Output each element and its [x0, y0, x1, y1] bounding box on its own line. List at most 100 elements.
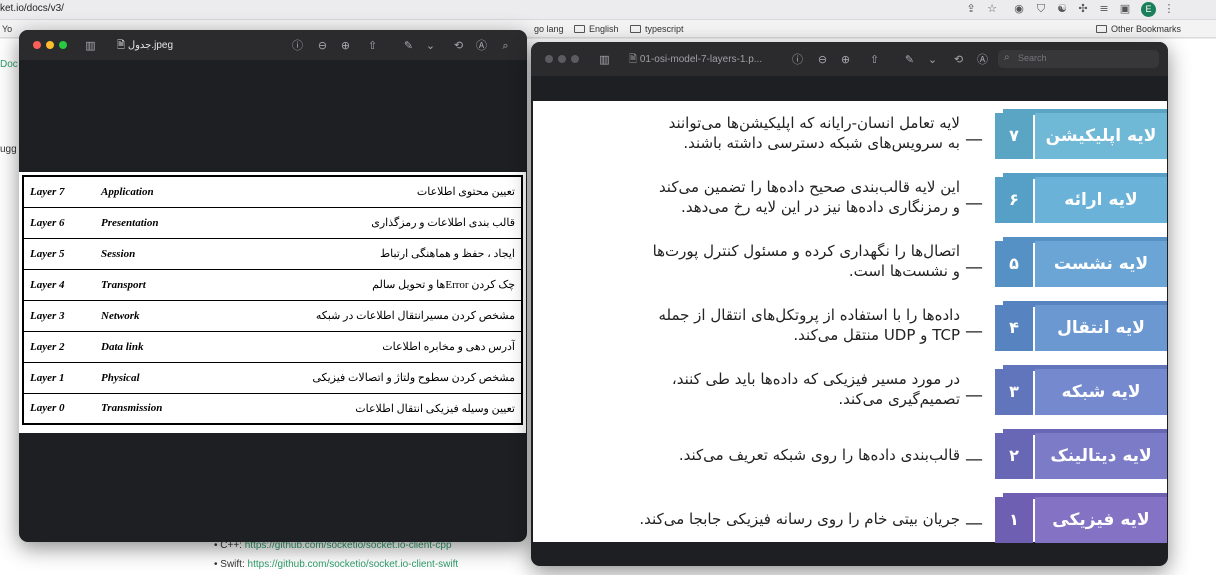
table-row: Layer 7 Application تعیین محتوی اطلاعات	[23, 176, 522, 208]
doc-link[interactable]: Doc	[0, 59, 18, 70]
osi-layer-row: ۷ لایه اپلیکیشن — لایه تعامل انسان-رایانه ک…	[533, 103, 1167, 165]
table-cell-desc: مشخص کردن سطوح ولتاژ و اتصالات فیزیکی	[211, 362, 522, 394]
dash-separator: —	[965, 513, 983, 534]
markup-icon[interactable]: ✎	[902, 52, 917, 67]
table-cell-desc: چک کردن Errorها و تحویل سالم	[211, 269, 522, 301]
layer-name: لایه اپلیکیشن	[1035, 113, 1167, 159]
bookmark-item[interactable]: go lang	[534, 24, 564, 34]
osi-table: Layer 7 Application تعیین محتوی اطلاعات Lay…	[22, 175, 523, 425]
osi-layer-row: ۵ لایه نشست — اتصال‌ها را نگهداری کرده و مس…	[533, 231, 1167, 293]
chevron-down-icon[interactable]: ⌄	[925, 52, 940, 67]
table-cell-layer: Layer 0	[23, 393, 101, 425]
rotate-icon[interactable]: ⟲	[951, 52, 966, 67]
table-cell-layer: Layer 4	[23, 269, 101, 301]
osi-layer-block: ۷ لایه اپلیکیشن	[995, 109, 1167, 159]
description-line: داده‌ها را با استفاده از پروتکل‌های انتق…	[658, 306, 960, 324]
info-icon[interactable]: ⓘ	[790, 52, 805, 67]
layer-description: لایه تعامل انسان-رایانه که اپلیکیشن‌ها م…	[600, 113, 960, 153]
description-line: قالب‌بندی داده‌ها را روی شبکه تعریف می‌ک…	[678, 446, 960, 464]
window-title-text: جدول‌.jpeg	[127, 40, 174, 51]
search-field[interactable]: ⌕ Search	[998, 50, 1159, 68]
table-cell-name: Data link	[101, 331, 211, 363]
layer-number: ۲	[995, 433, 1033, 479]
layer-number: ۷	[995, 113, 1033, 159]
minimize-button[interactable]	[46, 41, 54, 49]
zoom-out-icon[interactable]: ⊖	[315, 38, 330, 53]
dash-separator: —	[965, 449, 983, 470]
folder-icon	[574, 25, 585, 33]
osi-layer-row: ۱ لایه فیزیکی — جریان بیتی خام را روی رسانه…	[533, 487, 1167, 549]
share-icon[interactable]: ⇧	[365, 38, 380, 53]
info-icon[interactable]: ⓘ	[290, 38, 305, 53]
rotate-icon[interactable]: ⟲	[451, 38, 466, 53]
osi-image: ۷ لایه اپلیکیشن — لایه تعامل انسان-رایانه ک…	[533, 101, 1167, 543]
layer-name: لایه نشست	[1035, 241, 1167, 287]
chevron-down-icon[interactable]: ⌄	[423, 38, 438, 53]
link-label: Swift:	[220, 559, 245, 570]
zoom-button[interactable]	[59, 41, 67, 49]
layer-name: لایه ارائه	[1035, 177, 1167, 223]
bookmark-folder[interactable]: English	[574, 24, 619, 34]
extension-icon[interactable]: ◉	[1012, 2, 1026, 16]
folder-icon	[1096, 25, 1107, 33]
layer-description: اتصال‌ها را نگهداری کرده و مسئول کنترل پ…	[600, 241, 960, 281]
table-cell-desc: تعیین وسیله فیزیکی انتقال اطلاعات	[211, 393, 522, 425]
menu-icon[interactable]: ⋮	[1162, 2, 1176, 16]
osi-layer-block: ۵ لایه نشست	[995, 237, 1167, 287]
table-cell-name: Physical	[101, 362, 211, 394]
shield-icon[interactable]: ⛉	[1034, 2, 1048, 16]
swift-link[interactable]: https://github.com/socketio/socket.io-cl…	[248, 559, 459, 570]
description-line: جریان بیتی خام را روی رسانه فیزیکی جابجا…	[639, 510, 960, 528]
close-button[interactable]	[33, 41, 41, 49]
description-line: لایه تعامل انسان-رایانه که اپلیکیشن‌ها م…	[668, 114, 960, 132]
share-icon[interactable]: ⇧	[867, 52, 882, 67]
layer-description: داده‌ها را با استفاده از پروتکل‌های انتق…	[600, 305, 960, 345]
osi-layer-row: ۴ لایه انتقال — داده‌ها را با استفاده از پر…	[533, 295, 1167, 357]
table-cell-desc: آدرس دهی و مخابره اطلاعات	[211, 331, 522, 363]
layer-name: لایه شبکه	[1035, 369, 1167, 415]
bookmark-folder[interactable]: typescript	[630, 24, 684, 34]
layer-name: لایه فیزیکی	[1035, 497, 1167, 543]
zoom-in-icon[interactable]: ⊕	[338, 38, 353, 53]
puzzle-icon[interactable]: ✣	[1076, 2, 1090, 16]
dash-separator: —	[965, 385, 983, 406]
browser-toolbar: ket.io/docs/v3/ ⇪ ☆ ◉ ⛉ ☯ ✣ ≡ ▣ E ⋮	[0, 0, 1216, 20]
table-cell-desc: قالب بندی اطلاعات و رمزگذاری	[211, 207, 522, 239]
table-image: Layer 7 Application تعیین محتوی اطلاعات Lay…	[19, 172, 526, 433]
markup-toolbar-icon[interactable]: Ⓐ	[474, 38, 489, 53]
sidebar-toggle-icon[interactable]: ▥	[597, 52, 612, 67]
dash-separator: —	[965, 129, 983, 150]
table-cell-layer: Layer 5	[23, 238, 101, 270]
table-cell-name: Session	[101, 238, 211, 270]
table-cell-layer: Layer 7	[23, 176, 101, 208]
window-title-text: 01-osi-model-7-layers-1.p...	[639, 54, 763, 65]
table-cell-layer: Layer 1	[23, 362, 101, 394]
search-placeholder: Search	[1018, 53, 1047, 63]
window-titlebar: ▥ 🗎 01-osi-model-7-layers-1.p... ⓘ ⊖ ⊕ ⇧…	[531, 42, 1168, 76]
markup-toolbar-icon[interactable]: Ⓐ	[975, 52, 990, 67]
extension2-icon[interactable]: ☯	[1055, 2, 1069, 16]
sidebar-toggle-icon[interactable]: ▥	[83, 38, 98, 53]
dash-separator: —	[965, 193, 983, 214]
sidebar-icon[interactable]: ▣	[1118, 2, 1132, 16]
description-line: تصمیم‌گیری می‌کند.	[838, 390, 960, 408]
zoom-in-icon[interactable]: ⊕	[838, 52, 853, 67]
reading-list-icon[interactable]: ≡	[1097, 2, 1111, 16]
zoom-out-icon[interactable]: ⊖	[815, 52, 830, 67]
minimize-button[interactable]	[558, 55, 566, 63]
bookmark-folder[interactable]: Other Bookmarks	[1096, 24, 1181, 34]
table-row: Layer 0 Transmission تعیین وسیله فیزیکی ان…	[23, 393, 522, 425]
close-button[interactable]	[545, 55, 553, 63]
share-icon[interactable]: ⇪	[964, 2, 978, 16]
window-titlebar: ▥ 🗎 جدول‌.jpeg ⓘ ⊖ ⊕ ⇧ ✎ ⌄ ⟲ Ⓐ ⌕	[19, 30, 527, 60]
profile-avatar[interactable]: E	[1141, 2, 1156, 17]
bookmark-item[interactable]: Yo	[2, 24, 12, 34]
osi-layer-block: ۱ لایه فیزیکی	[995, 493, 1167, 543]
search-icon[interactable]: ⌕	[498, 38, 513, 53]
zoom-button[interactable]	[571, 55, 579, 63]
markup-icon[interactable]: ✎	[401, 38, 416, 53]
star-icon[interactable]: ☆	[985, 2, 999, 16]
address-bar[interactable]: ket.io/docs/v3/	[0, 3, 64, 14]
osi-layer-row: ۲ لایه دیتالینک — قالب‌بندی داده‌ها را روی …	[533, 423, 1167, 485]
description-line: TCP و UDP منتقل می‌کند.	[793, 326, 960, 344]
